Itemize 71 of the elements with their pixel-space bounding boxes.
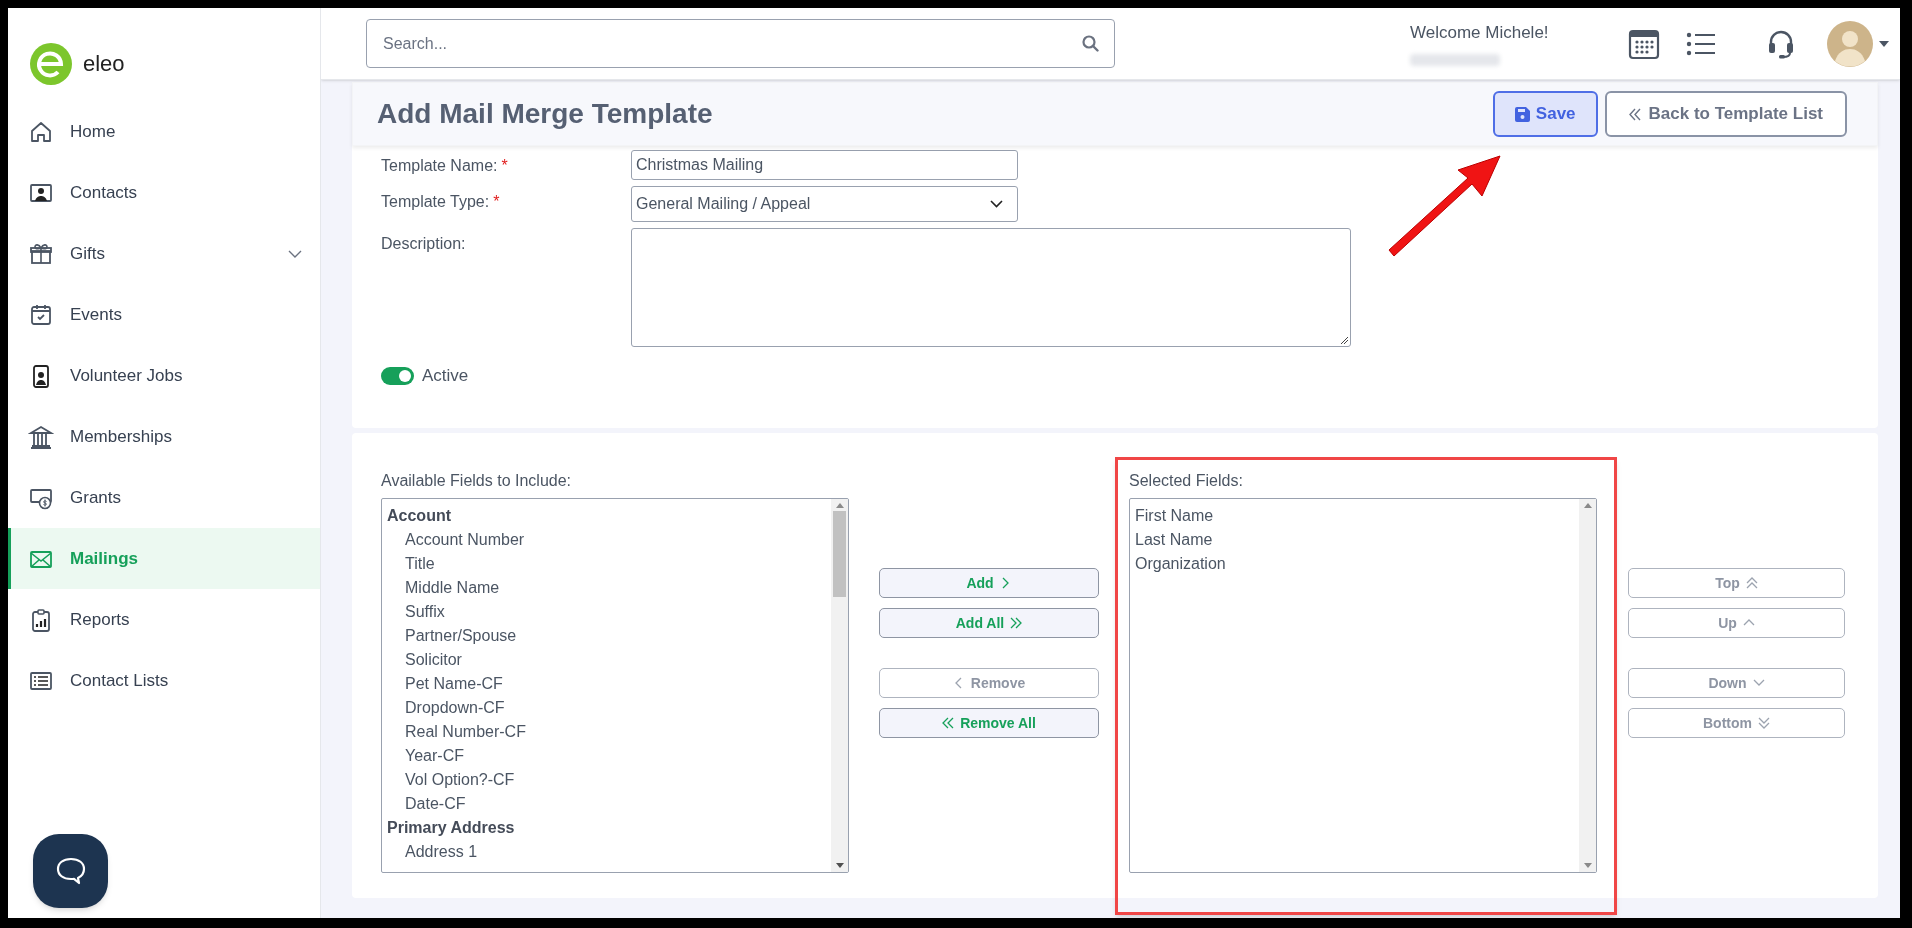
scroll-down-icon[interactable] (835, 863, 844, 868)
avatar[interactable] (1827, 20, 1873, 67)
search-icon (1082, 35, 1099, 52)
active-toggle[interactable] (381, 366, 414, 385)
list-item[interactable]: Partner/Spouse (387, 624, 831, 648)
sidebar-item[interactable]: Home (8, 101, 320, 162)
search-field[interactable]: Search... (366, 19, 1115, 68)
list-label: Available Fields to Include: (381, 471, 573, 491)
list-item[interactable]: Year-CF (387, 744, 831, 768)
double-chevron-right-icon (1010, 617, 1023, 629)
welcome-text: Welcome Michele! (1410, 22, 1550, 44)
save-button[interactable]: Save (1492, 91, 1598, 137)
list-item[interactable]: Last Name (1135, 528, 1579, 552)
list-item[interactable]: Middle Name (387, 576, 831, 600)
list-item[interactable]: Title (387, 552, 831, 576)
available-fields-list[interactable]: Account Account Number Title Middle Name Suffix Partner/Spouse Solicitor Pet Name-CF Dropdown-CF Real Number-CF Year-CF Vol Option?-CF Date-CF Primary Address Address 1 (381, 498, 849, 873)
group-heading[interactable]: Primary Address (387, 816, 831, 840)
list-item[interactable]: Solicitor (387, 648, 831, 672)
double-chevron-up-icon (1745, 577, 1758, 589)
list-item[interactable]: Account Number (387, 528, 831, 552)
field-label: Template Name: (381, 156, 498, 176)
sidebar-item[interactable]: Contact Lists (8, 650, 320, 711)
sidebar-item[interactable]: Contacts (8, 162, 320, 223)
list-icon[interactable] (1686, 31, 1716, 56)
logo-icon (29, 41, 73, 86)
sidebar-item[interactable]: Gifts (8, 223, 320, 284)
list-item[interactable]: Pet Name-CF (387, 672, 831, 696)
field-label: Description: (381, 234, 466, 254)
list-item[interactable]: First Name (1135, 504, 1579, 528)
brand-name: eleo (83, 50, 125, 78)
chat-button[interactable] (33, 834, 108, 908)
list-item[interactable]: Suffix (387, 600, 831, 624)
required-mark: * (501, 156, 508, 176)
required-mark: * (493, 192, 500, 212)
scrollbar[interactable] (831, 499, 848, 872)
list-item[interactable]: Real Number-CF (387, 720, 831, 744)
sidebar-item[interactable]: Volunteer Jobs (8, 345, 320, 406)
chevron-down-icon (990, 200, 1003, 208)
list-item[interactable]: Organization (1135, 552, 1579, 576)
list-item[interactable]: Address 1 (387, 840, 831, 864)
bank-icon (28, 423, 54, 450)
sidebar-item[interactable]: Events (8, 284, 320, 345)
scrollbar[interactable] (1579, 499, 1596, 872)
toggle-label: Active (422, 365, 469, 387)
scroll-down-icon[interactable] (1583, 863, 1592, 868)
scrollbar-thumb[interactable] (833, 511, 846, 597)
double-chevron-left-icon (942, 717, 955, 729)
group-heading[interactable]: Account (387, 504, 831, 528)
speech-bubble-icon (54, 856, 87, 886)
page-title: Add Mail Merge Template (377, 97, 714, 131)
sidebar-item[interactable]: Memberships (8, 406, 320, 467)
list-label: Selected Fields: (1129, 471, 1244, 491)
resize-grip-icon (1340, 336, 1348, 344)
selected-fields-list[interactable]: First Name Last Name Organization (1129, 498, 1597, 873)
select-field[interactable]: General Mailing / Appeal (631, 186, 1018, 222)
calendar-icon[interactable] (1628, 27, 1660, 60)
double-chevron-down-icon (1758, 717, 1770, 729)
scroll-up-icon[interactable] (835, 503, 844, 508)
caret-icon[interactable] (1879, 40, 1889, 47)
back-button[interactable]: Back to Template List (1604, 91, 1847, 137)
headset-icon[interactable] (1768, 28, 1794, 59)
double-chevron-left-icon (1628, 107, 1641, 121)
field-label: Template Type: (381, 192, 490, 212)
list-item[interactable]: Vol Option?-CF (387, 768, 831, 792)
text-field[interactable]: Christmas Mailing (631, 150, 1018, 180)
list-item[interactable]: Dropdown-CF (387, 696, 831, 720)
chevron-down-icon (288, 249, 302, 258)
sidebar-item[interactable]: Reports (8, 589, 320, 650)
scroll-up-icon[interactable] (1583, 503, 1592, 508)
list-item[interactable]: Date-CF (387, 792, 831, 816)
sidebar-item[interactable]: Grants (8, 467, 320, 528)
